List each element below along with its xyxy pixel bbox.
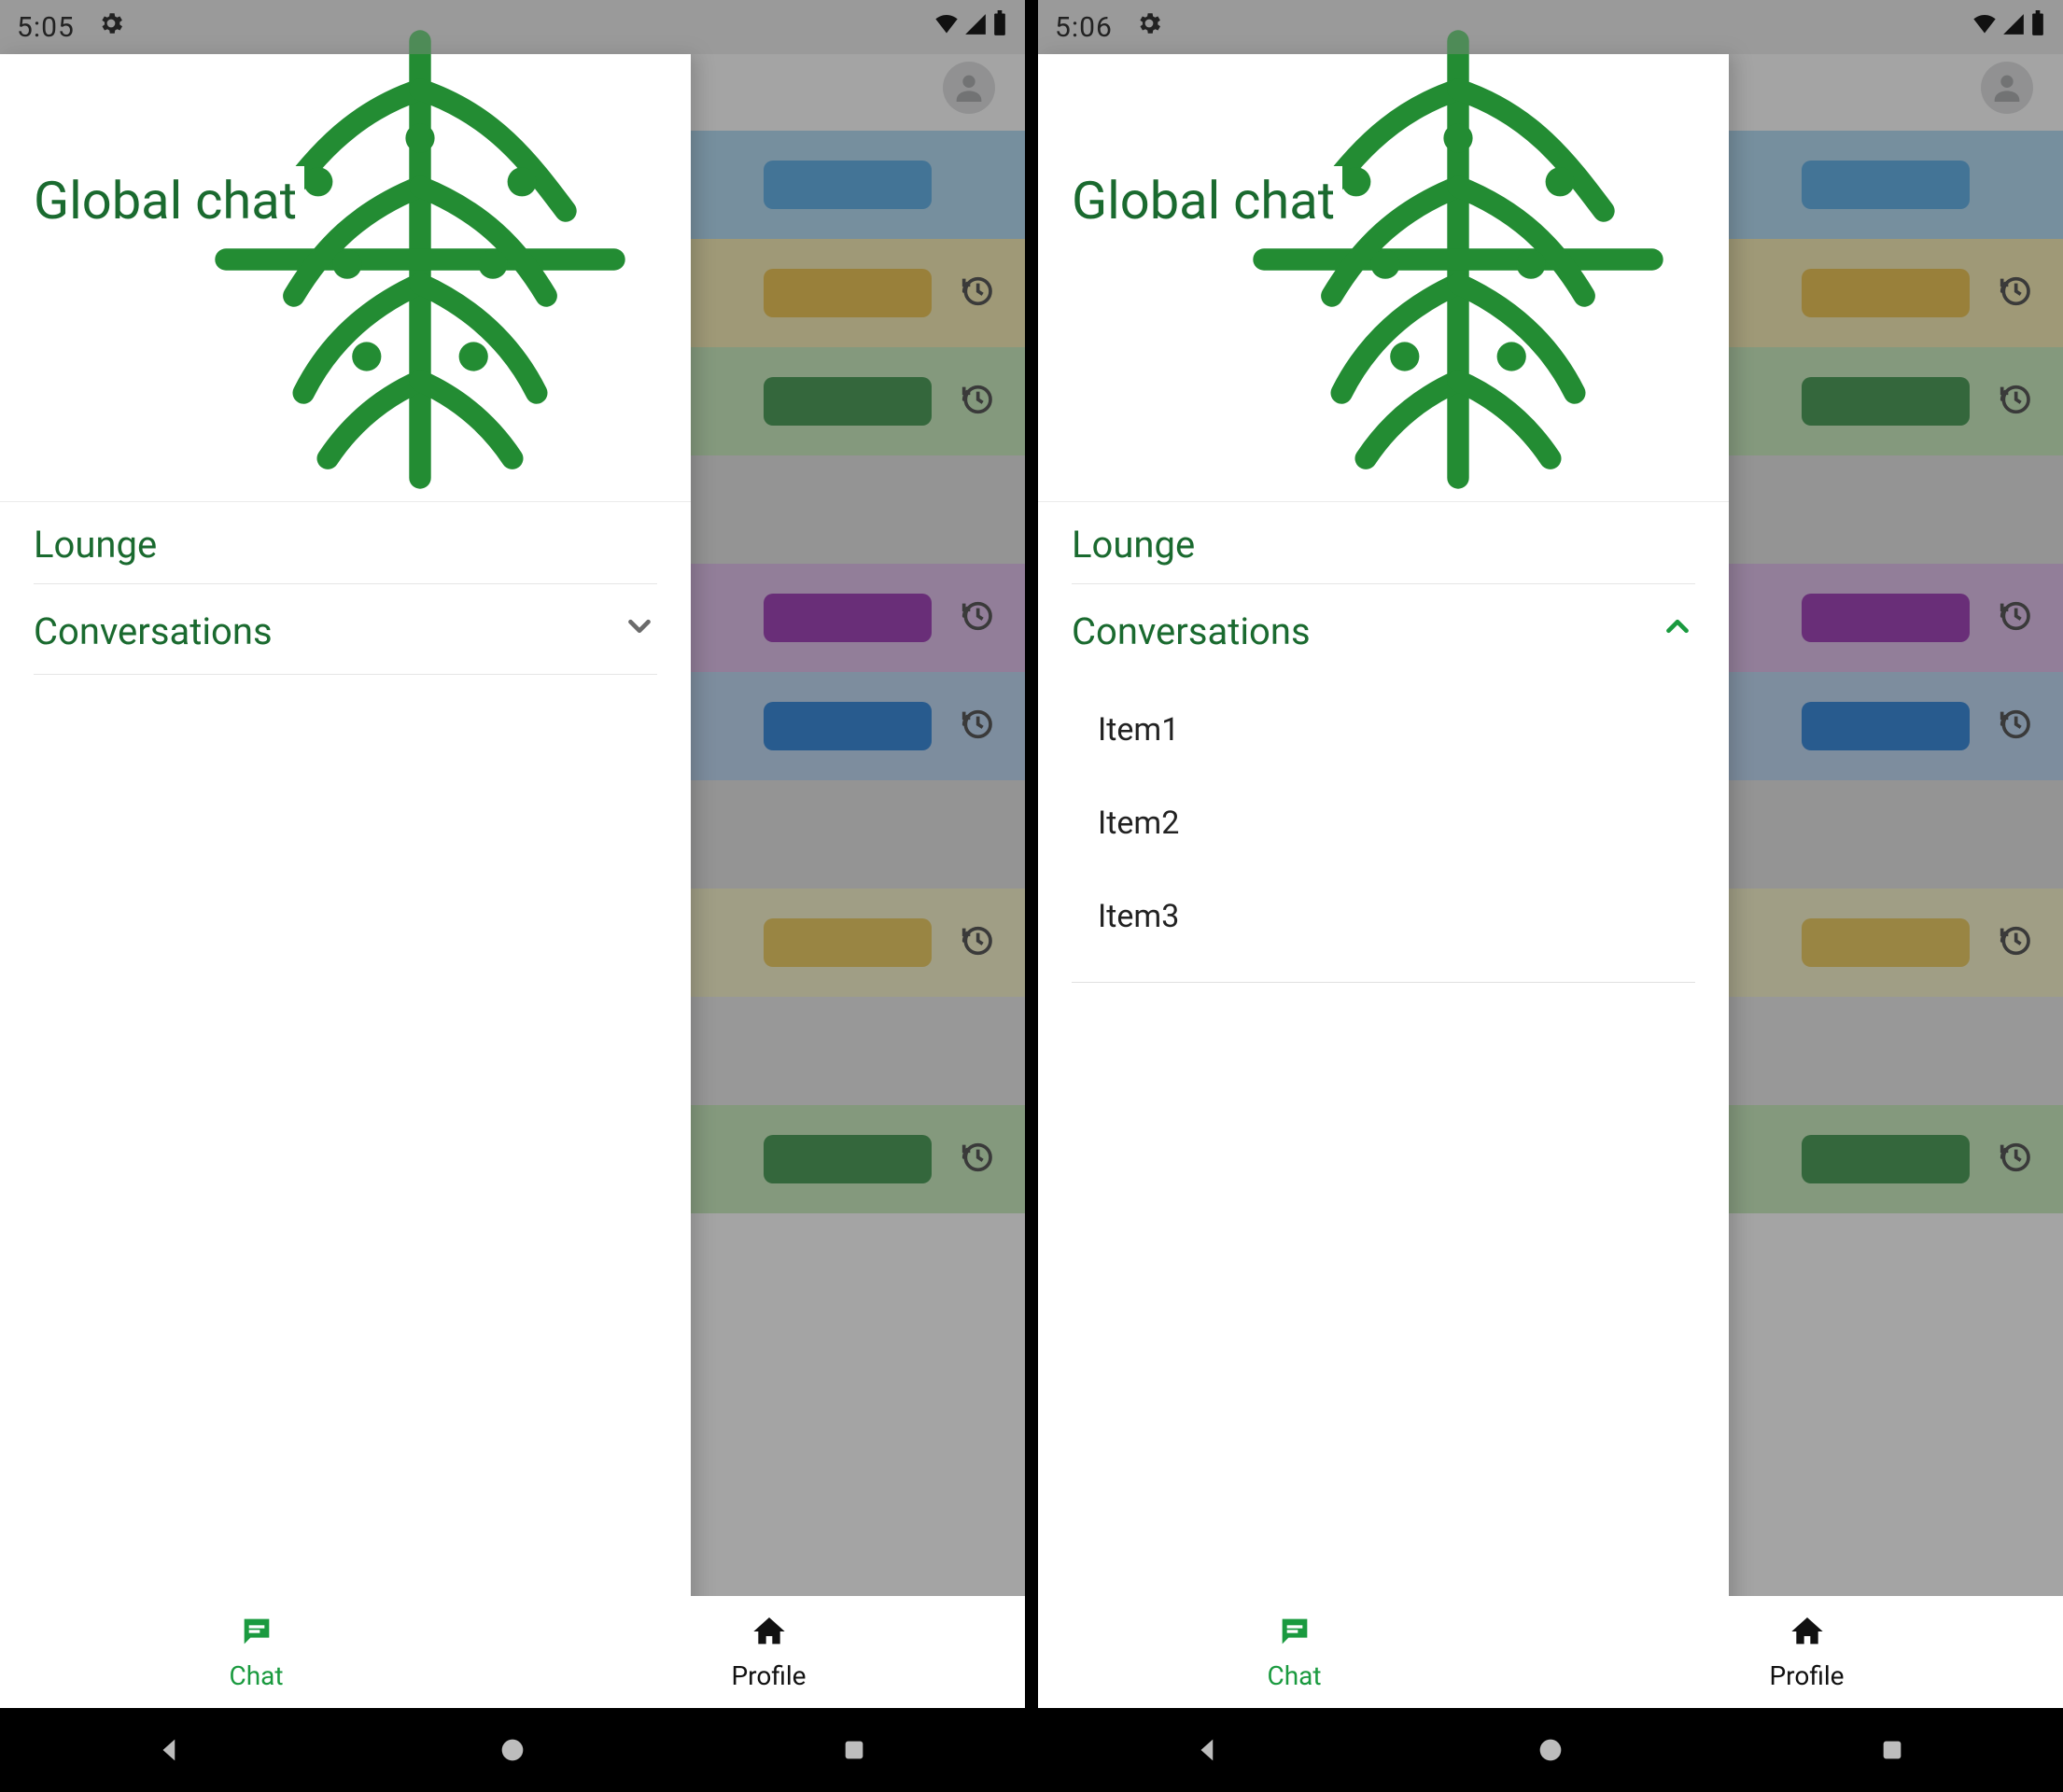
bottom-nav: Chat Profile bbox=[1038, 1596, 2063, 1708]
system-nav-bar bbox=[0, 1708, 1025, 1792]
phone-screen-right: Global chat Lounge Conversations Item1 I… bbox=[1038, 0, 2063, 1792]
clock: 5:05 bbox=[17, 11, 75, 44]
home-icon bbox=[751, 1613, 788, 1657]
signal-icon bbox=[963, 11, 988, 44]
home-icon bbox=[1789, 1613, 1826, 1657]
gear-icon bbox=[97, 9, 125, 45]
tab-chat[interactable]: Chat bbox=[0, 1596, 512, 1708]
sidebar-item-label: Conversations bbox=[34, 609, 273, 653]
tab-label: Profile bbox=[731, 1660, 806, 1691]
conversations-sublist: Item1 Item2 Item3 bbox=[1072, 674, 1695, 983]
list-item[interactable]: Item1 bbox=[1092, 683, 1695, 777]
battery-icon bbox=[991, 10, 1008, 44]
tab-profile[interactable]: Profile bbox=[512, 1596, 1025, 1708]
screenshot-divider bbox=[1025, 0, 1038, 1792]
system-nav-bar bbox=[1038, 1708, 2063, 1792]
list-item[interactable]: Item3 bbox=[1092, 870, 1695, 963]
chevron-down-icon bbox=[622, 609, 657, 653]
sidebar-item-label: Conversations bbox=[1072, 609, 1311, 653]
back-button[interactable] bbox=[1188, 1729, 1229, 1771]
tab-label: Chat bbox=[1267, 1660, 1321, 1691]
status-bar: 5:05 bbox=[0, 0, 1025, 54]
back-button[interactable] bbox=[150, 1729, 191, 1771]
nav-drawer: Global chat Lounge Conversations Item1 I… bbox=[1038, 54, 1729, 1643]
recents-button[interactable] bbox=[834, 1729, 875, 1771]
wifi-icon bbox=[933, 10, 960, 44]
phone-screen-left: Global chat Lounge Conversations Item1 I… bbox=[0, 0, 1025, 1792]
wifi-icon bbox=[1972, 10, 1998, 44]
chevron-up-icon bbox=[1660, 609, 1695, 653]
sidebar-item-conversations[interactable]: Conversations bbox=[1072, 584, 1695, 674]
home-button[interactable] bbox=[1530, 1729, 1571, 1771]
clock: 5:06 bbox=[1055, 11, 1113, 44]
drawer-title: Global chat bbox=[34, 166, 304, 235]
tab-chat[interactable]: Chat bbox=[1038, 1596, 1551, 1708]
app-logo bbox=[140, 17, 700, 502]
recents-button[interactable] bbox=[1872, 1729, 1913, 1771]
battery-icon bbox=[2029, 10, 2046, 44]
status-bar: 5:06 bbox=[1038, 0, 2063, 54]
sidebar-item-lounge[interactable]: Lounge bbox=[1072, 502, 1695, 584]
drawer-title: Global chat bbox=[1072, 166, 1342, 235]
app-logo bbox=[1178, 17, 1738, 502]
drawer-header: Global chat bbox=[0, 54, 691, 502]
chat-icon bbox=[238, 1613, 275, 1657]
list-item[interactable]: Item2 bbox=[1092, 777, 1695, 870]
home-button[interactable] bbox=[492, 1729, 533, 1771]
bottom-nav: Chat Profile bbox=[0, 1596, 1025, 1708]
tab-profile[interactable]: Profile bbox=[1551, 1596, 2063, 1708]
gear-icon bbox=[1135, 9, 1163, 45]
sidebar-item-lounge[interactable]: Lounge bbox=[34, 502, 657, 584]
tab-label: Chat bbox=[229, 1660, 283, 1691]
nav-drawer: Global chat Lounge Conversations Item1 I… bbox=[0, 54, 691, 1643]
tab-label: Profile bbox=[1769, 1660, 1844, 1691]
drawer-header: Global chat bbox=[1038, 54, 1729, 502]
signal-icon bbox=[2001, 11, 2026, 44]
sidebar-item-conversations[interactable]: Conversations bbox=[34, 584, 657, 675]
chat-icon bbox=[1276, 1613, 1313, 1657]
